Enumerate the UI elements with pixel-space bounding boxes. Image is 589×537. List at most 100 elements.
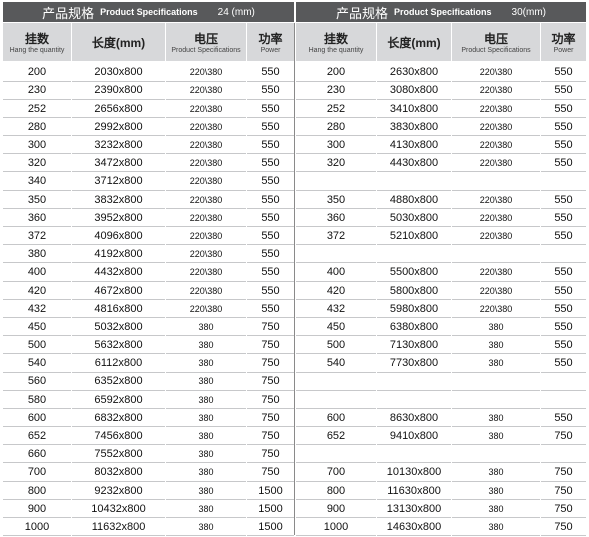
header-voltage: 电压 Product Specifications xyxy=(452,23,540,61)
table-row: 400 5500x800 220\380 550 xyxy=(296,264,586,282)
cell-power: 1500 xyxy=(247,518,294,537)
cell-hang-count: 280 xyxy=(296,118,376,137)
cell-length: 5500x800 xyxy=(377,264,451,282)
cell-power: 750 xyxy=(247,318,294,337)
cell-power: 550 xyxy=(541,409,586,428)
cell-power: 750 xyxy=(541,518,586,537)
cell-power: 550 xyxy=(541,100,586,118)
table-row xyxy=(296,391,586,409)
table-row: 500 5632x800 380 750 xyxy=(3,336,294,355)
cell-hang-count: 300 xyxy=(296,136,376,155)
cell-length: 2992x800 xyxy=(72,118,165,137)
cell-power: 750 xyxy=(541,464,586,482)
cell-voltage: 220\380 xyxy=(166,100,246,118)
cell-hang-count: 350 xyxy=(296,191,376,209)
cell-voltage: 380 xyxy=(452,355,540,373)
table-row: 450 6380x800 380 550 xyxy=(296,318,586,337)
title-cn: 产品规格 xyxy=(42,5,95,21)
cell-power: 550 xyxy=(541,82,586,100)
table-body: 200 2030x800 220\380 550 230 2390x800 220\380 5… xyxy=(3,64,294,537)
cell-voltage: 220\380 xyxy=(166,264,246,282)
cell-voltage: 380 xyxy=(166,373,246,391)
cell-voltage: 220\380 xyxy=(452,227,540,246)
cell-power: 750 xyxy=(247,427,294,446)
header-length: 长度(mm) xyxy=(72,23,165,61)
table-row xyxy=(296,445,586,464)
cell-power xyxy=(541,445,586,464)
cell-voltage: 220\380 xyxy=(452,82,540,100)
spec-table-24mm: 产品规格 Product Specifications 24 (mm) 挂数 H… xyxy=(3,2,294,537)
cell-voltage: 220\380 xyxy=(452,100,540,118)
cell-voltage: 380 xyxy=(166,409,246,428)
cell-length: 6352x800 xyxy=(72,373,165,391)
cell-hang-count: 200 xyxy=(296,64,376,82)
cell-power: 550 xyxy=(541,191,586,209)
cell-voltage: 380 xyxy=(166,355,246,373)
cell-power: 750 xyxy=(541,482,586,500)
cell-hang-count: 660 xyxy=(3,445,71,464)
table-row: 1000 14630x800 380 750 xyxy=(296,518,586,537)
table-row: 360 5030x800 220\380 550 xyxy=(296,209,586,227)
cell-voltage: 380 xyxy=(452,318,540,337)
cell-hang-count: 230 xyxy=(296,82,376,100)
table-row: 800 11630x800 380 750 xyxy=(296,482,586,500)
table-row: 450 5032x800 380 750 xyxy=(3,318,294,337)
cell-power: 550 xyxy=(247,245,294,264)
cell-hang-count: 540 xyxy=(296,355,376,373)
cell-length: 4880x800 xyxy=(377,191,451,209)
cell-hang-count: 560 xyxy=(3,373,71,391)
cell-length: 8630x800 xyxy=(377,409,451,428)
cell-length: 10130x800 xyxy=(377,464,451,482)
cell-hang-count: 1000 xyxy=(3,518,71,537)
cell-hang-count: 360 xyxy=(296,209,376,227)
cell-power: 550 xyxy=(541,154,586,173)
cell-voltage: 220\380 xyxy=(452,64,540,82)
cell-voltage: 220\380 xyxy=(166,82,246,100)
cell-hang-count: 372 xyxy=(296,227,376,246)
header-power: 功率 Power xyxy=(541,23,586,61)
cell-voltage xyxy=(452,445,540,464)
cell-power: 550 xyxy=(541,336,586,355)
table-row: 252 2656x800 220\380 550 xyxy=(3,100,294,118)
cell-hang-count: 360 xyxy=(3,209,71,227)
cell-length: 4096x800 xyxy=(72,227,165,246)
cell-hang-count: 432 xyxy=(3,300,71,318)
cell-length: 6592x800 xyxy=(72,391,165,409)
cell-power: 550 xyxy=(247,118,294,137)
table-row xyxy=(296,373,586,391)
cell-length: 3832x800 xyxy=(72,191,165,209)
table-row: 252 3410x800 220\380 550 xyxy=(296,100,586,118)
cell-power: 550 xyxy=(541,118,586,137)
cell-hang-count: 900 xyxy=(3,500,71,518)
title-size: 24 (mm) xyxy=(217,6,255,18)
cell-length: 9410x800 xyxy=(377,427,451,446)
header-voltage: 电压 Product Specifications xyxy=(166,23,246,61)
cell-voltage: 380 xyxy=(452,482,540,500)
cell-power: 550 xyxy=(247,209,294,227)
cell-hang-count: 652 xyxy=(3,427,71,446)
cell-power: 550 xyxy=(247,173,294,191)
cell-voltage: 380 xyxy=(452,409,540,428)
cell-hang-count: 372 xyxy=(3,227,71,246)
cell-power: 750 xyxy=(247,445,294,464)
table-row: 400 4432x800 220\380 550 xyxy=(3,264,294,282)
table-row: 560 6352x800 380 750 xyxy=(3,373,294,391)
cell-hang-count: 400 xyxy=(3,264,71,282)
cell-length: 3410x800 xyxy=(377,100,451,118)
cell-hang-count: 700 xyxy=(3,464,71,482)
cell-voltage: 220\380 xyxy=(166,191,246,209)
cell-length: 7456x800 xyxy=(72,427,165,446)
cell-length: 3830x800 xyxy=(377,118,451,137)
cell-length: 4430x800 xyxy=(377,154,451,173)
cell-hang-count: 700 xyxy=(296,464,376,482)
cell-length: 4672x800 xyxy=(72,282,165,300)
cell-power: 1500 xyxy=(247,482,294,500)
cell-length: 14630x800 xyxy=(377,518,451,537)
cell-power: 750 xyxy=(247,355,294,373)
cell-voltage: 380 xyxy=(166,482,246,500)
cell-voltage: 220\380 xyxy=(452,282,540,300)
cell-power: 550 xyxy=(247,64,294,82)
cell-hang-count: 380 xyxy=(3,245,71,264)
cell-hang-count: 230 xyxy=(3,82,71,100)
cell-hang-count: 320 xyxy=(296,154,376,173)
